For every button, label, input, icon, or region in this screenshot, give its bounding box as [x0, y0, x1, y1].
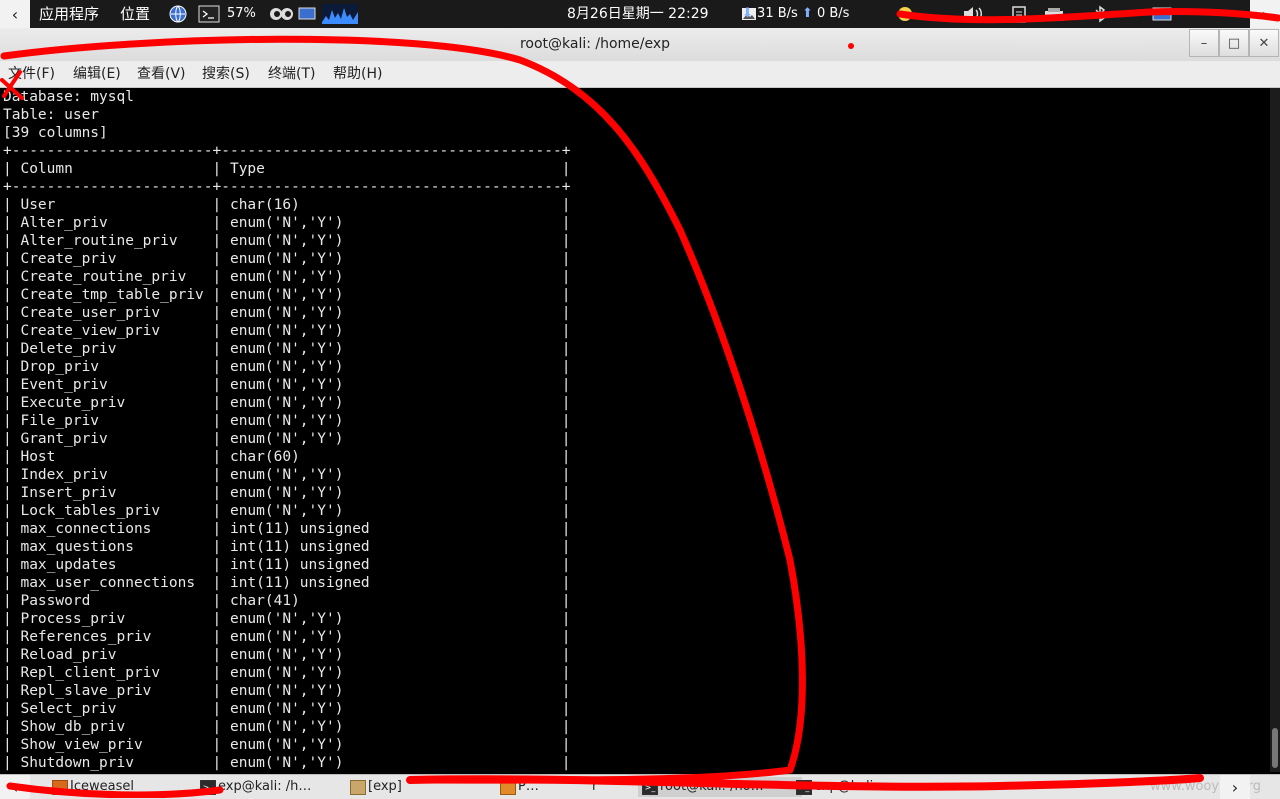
- window-titlebar[interactable]: root@kali: /home/exp: [0, 28, 1280, 61]
- scrollbar-thumb[interactable]: [1272, 728, 1278, 768]
- terminal-text: Database: mysql Table: user [39 columns]…: [3, 89, 571, 771]
- task-label: exp@kali: /h…: [218, 779, 312, 794]
- bluetooth-icon[interactable]: [1092, 4, 1108, 24]
- taskbar-right-arrow-icon[interactable]: ›: [1220, 775, 1250, 799]
- taskbar: ‹ Iceweasel >_ exp@kali: /h… [exp] P… r …: [0, 774, 1280, 799]
- terminal-icon: >_: [642, 780, 658, 795]
- close-button[interactable]: ✕: [1249, 29, 1279, 57]
- task-folder-exp[interactable]: [exp]: [346, 777, 508, 797]
- clock[interactable]: 8月26日星期一 22:29: [567, 0, 709, 28]
- display-icon[interactable]: [298, 4, 316, 24]
- task-label: r: [592, 779, 598, 794]
- menu-search[interactable]: 搜索(S): [202, 61, 250, 87]
- menu-bar: 文件(F) 编辑(E) 查看(V) 搜索(S) 终端(T) 帮助(H): [0, 61, 1280, 88]
- system-monitor-icon: [322, 4, 358, 24]
- menu-view[interactable]: 查看(V): [137, 61, 186, 87]
- terminal-scrollbar[interactable]: [1270, 88, 1280, 772]
- minimize-button[interactable]: –: [1189, 29, 1219, 57]
- top-panel: ‹ 应用程序 位置 57% 8月26日星期一 22:29 ⬇ 31 B/s ⬆ …: [0, 0, 1280, 28]
- task-terminal-exp-2[interactable]: >_ exp@kali: …: [792, 777, 954, 797]
- task-terminal-root[interactable]: >_ root@kali: /ho…: [638, 777, 802, 797]
- menu-file[interactable]: 文件(F): [8, 61, 55, 87]
- task-label: [exp]: [368, 779, 402, 794]
- task-label: P…: [518, 779, 539, 794]
- terminal-icon: >_: [200, 780, 216, 795]
- task-label: root@kali: /ho…: [660, 779, 764, 794]
- workspace-icon[interactable]: [1152, 4, 1172, 24]
- applications-menu[interactable]: 应用程序: [39, 0, 99, 28]
- task-terminal-exp[interactable]: >_ exp@kali: /h…: [196, 777, 358, 797]
- panel-left-arrow-icon[interactable]: ‹: [0, 0, 30, 28]
- browser-globe-icon[interactable]: [168, 4, 188, 24]
- terminal-output[interactable]: Database: mysql Table: user [39 columns]…: [0, 88, 1270, 772]
- network-icon[interactable]: [1042, 4, 1066, 24]
- folder-icon: [350, 780, 366, 795]
- network-speed: ⬇ 31 B/s ⬆ 0 B/s: [742, 0, 849, 28]
- task-iceweasel[interactable]: Iceweasel: [48, 777, 210, 797]
- battery-level: 57%: [227, 6, 256, 21]
- upload-rate: 0 B/s: [816, 6, 850, 21]
- maximize-button[interactable]: □: [1219, 29, 1249, 57]
- panel-right-arrow-icon[interactable]: ›: [1250, 0, 1280, 28]
- terminal-icon: >_: [796, 780, 812, 795]
- app-icon: [500, 780, 516, 795]
- clipboard-icon[interactable]: [1010, 4, 1028, 24]
- menu-help[interactable]: 帮助(H): [333, 61, 382, 87]
- menu-edit[interactable]: 编辑(E): [73, 61, 121, 87]
- people-icon[interactable]: [268, 4, 296, 24]
- task-label: Iceweasel: [70, 779, 134, 794]
- menu-terminal[interactable]: 终端(T): [268, 61, 315, 87]
- notification-icon[interactable]: [896, 4, 914, 24]
- places-menu[interactable]: 位置: [120, 0, 150, 28]
- volume-icon[interactable]: [962, 4, 984, 24]
- task-label: exp@kali: …: [814, 779, 895, 794]
- download-rate: 31 B/s: [757, 6, 798, 21]
- download-arrow-icon: ⬇: [742, 6, 753, 21]
- taskbar-left-arrow-icon[interactable]: ‹: [0, 775, 30, 799]
- window-title: root@kali: /home/exp: [519, 36, 671, 52]
- upload-arrow-icon: ⬆: [801, 6, 813, 21]
- terminal-launcher-icon[interactable]: [198, 4, 220, 24]
- iceweasel-icon: [52, 780, 68, 795]
